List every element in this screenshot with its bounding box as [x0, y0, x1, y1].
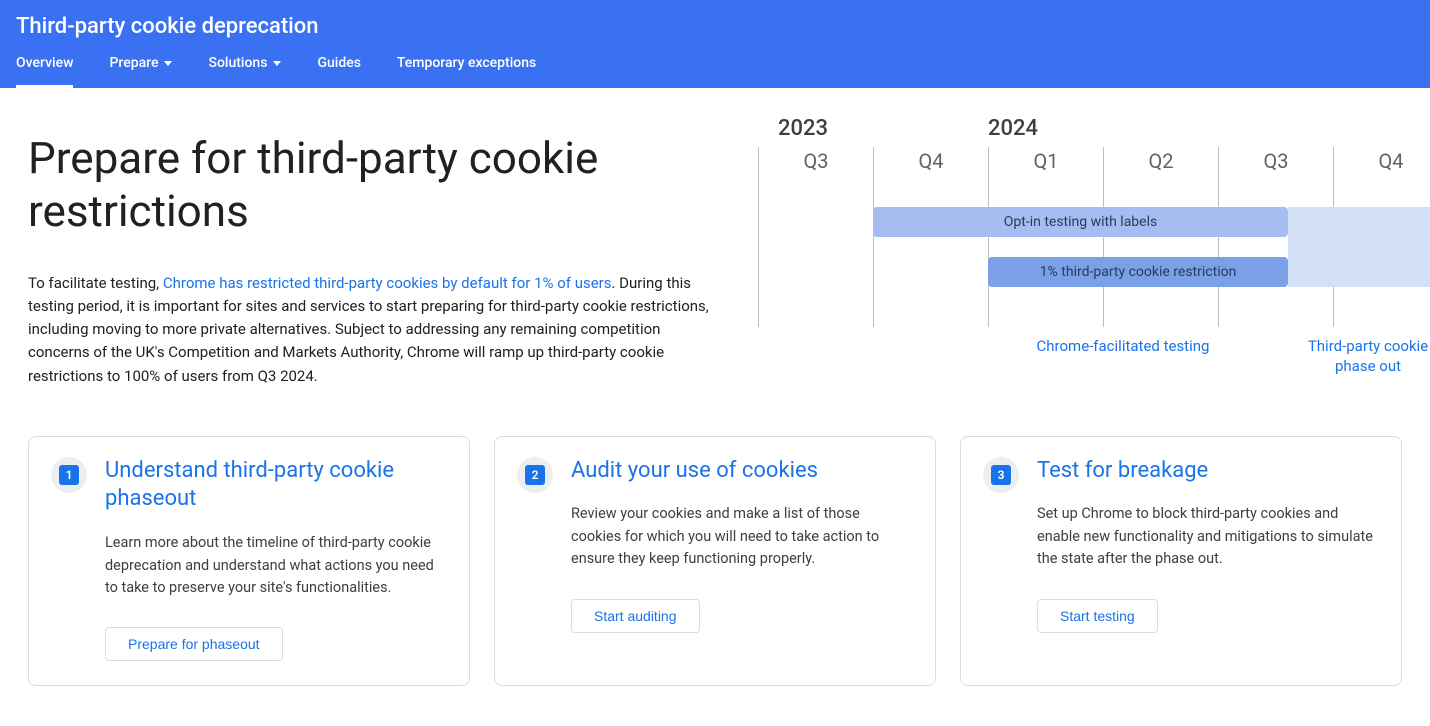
- step-number-icon: 1: [59, 465, 79, 485]
- card-body: Audit your use of cookies Review your co…: [571, 457, 913, 662]
- chevron-down-icon: [164, 61, 172, 66]
- quarter-label: Q4: [874, 149, 988, 173]
- card-text: Review your cookies and make a list of t…: [571, 503, 913, 570]
- quarter-label: Q1: [989, 149, 1103, 173]
- header-bar: Third-party cookie deprecation Overview …: [0, 0, 1430, 88]
- quarter-col: Q2: [1103, 147, 1218, 327]
- site-title[interactable]: Third-party cookie deprecation: [16, 14, 1414, 49]
- timeline-quarters: Q3 Q4 Q1 Q2 Q3 Q4 Opt-in testing with la…: [758, 147, 1430, 327]
- step-badge: 1: [51, 457, 87, 493]
- card-text: Learn more about the timeline of third-p…: [105, 532, 447, 599]
- nav-guides[interactable]: Guides: [317, 55, 360, 88]
- card-audit-cookies: 2 Audit your use of cookies Review your …: [494, 436, 936, 687]
- card-understand-phaseout: 1 Understand third-party cookie phaseout…: [28, 436, 470, 687]
- card-text: Set up Chrome to block third-party cooki…: [1037, 503, 1379, 570]
- label-chrome-testing: Chrome-facilitated testing: [758, 337, 1288, 376]
- quarter-col: Q1: [988, 147, 1103, 327]
- nav-label: Prepare: [109, 55, 158, 71]
- year-2024: 2024: [988, 116, 1038, 141]
- timeline-chart: 2023 2024 Q3 Q4 Q1 Q2 Q3 Q4 Opt-in testi…: [758, 112, 1430, 376]
- start-auditing-button[interactable]: Start auditing: [571, 599, 700, 633]
- card-body: Test for breakage Set up Chrome to block…: [1037, 457, 1379, 662]
- nav-overview[interactable]: Overview: [16, 55, 73, 88]
- cards-row: 1 Understand third-party cookie phaseout…: [28, 436, 1402, 687]
- bar-opt-in-testing: Opt-in testing with labels: [873, 207, 1288, 237]
- quarter-col: Q4: [873, 147, 988, 327]
- quarter-label: Q3: [1219, 149, 1333, 173]
- card-title[interactable]: Test for breakage: [1037, 457, 1379, 486]
- timeline-footer-labels: Chrome-facilitated testing Third-party c…: [758, 337, 1430, 376]
- nav-label: Solutions: [208, 55, 267, 71]
- card-test-breakage: 3 Test for breakage Set up Chrome to blo…: [960, 436, 1402, 687]
- bar-one-percent-restriction: 1% third-party cookie restriction: [988, 257, 1288, 287]
- lead-before: To facilitate testing,: [28, 274, 163, 292]
- step-badge: 2: [517, 457, 553, 493]
- year-2023: 2023: [758, 116, 988, 141]
- nav-label: Guides: [317, 55, 360, 71]
- hero-section: Prepare for third-party cookie restricti…: [28, 112, 1402, 388]
- nav-tabs: Overview Prepare Solutions Guides Tempor…: [16, 49, 1414, 88]
- quarter-label: Q3: [759, 149, 873, 173]
- quarter-col: Q3: [758, 147, 873, 327]
- card-body: Understand third-party cookie phaseout L…: [105, 457, 447, 662]
- chevron-down-icon: [273, 61, 281, 66]
- page-title: Prepare for third-party cookie restricti…: [28, 132, 718, 238]
- lead-paragraph: To facilitate testing, Chrome has restri…: [28, 272, 718, 388]
- card-title[interactable]: Audit your use of cookies: [571, 457, 913, 486]
- main-content: Prepare for third-party cookie restricti…: [0, 88, 1430, 726]
- label-phaseout: Third-party cookie phase out: [1288, 337, 1430, 376]
- step-badge: 3: [983, 457, 1019, 493]
- timeline-years: 2023 2024: [758, 116, 1430, 141]
- step-number-icon: 3: [991, 465, 1011, 485]
- nav-label: Temporary exceptions: [397, 55, 536, 71]
- nav-temporary-exceptions[interactable]: Temporary exceptions: [397, 55, 536, 88]
- quarter-label: Q2: [1104, 149, 1218, 173]
- bar-phaseout-block: [1288, 207, 1430, 287]
- nav-prepare[interactable]: Prepare: [109, 55, 172, 88]
- start-testing-button[interactable]: Start testing: [1037, 599, 1158, 633]
- card-title[interactable]: Understand third-party cookie phaseout: [105, 457, 447, 514]
- quarter-label: Q4: [1334, 149, 1430, 173]
- nav-solutions[interactable]: Solutions: [208, 55, 281, 88]
- nav-label: Overview: [16, 55, 73, 71]
- prepare-for-phaseout-button[interactable]: Prepare for phaseout: [105, 627, 283, 661]
- lead-link[interactable]: Chrome has restricted third-party cookie…: [163, 274, 612, 292]
- hero-text: Prepare for third-party cookie restricti…: [28, 112, 718, 388]
- step-number-icon: 2: [525, 465, 545, 485]
